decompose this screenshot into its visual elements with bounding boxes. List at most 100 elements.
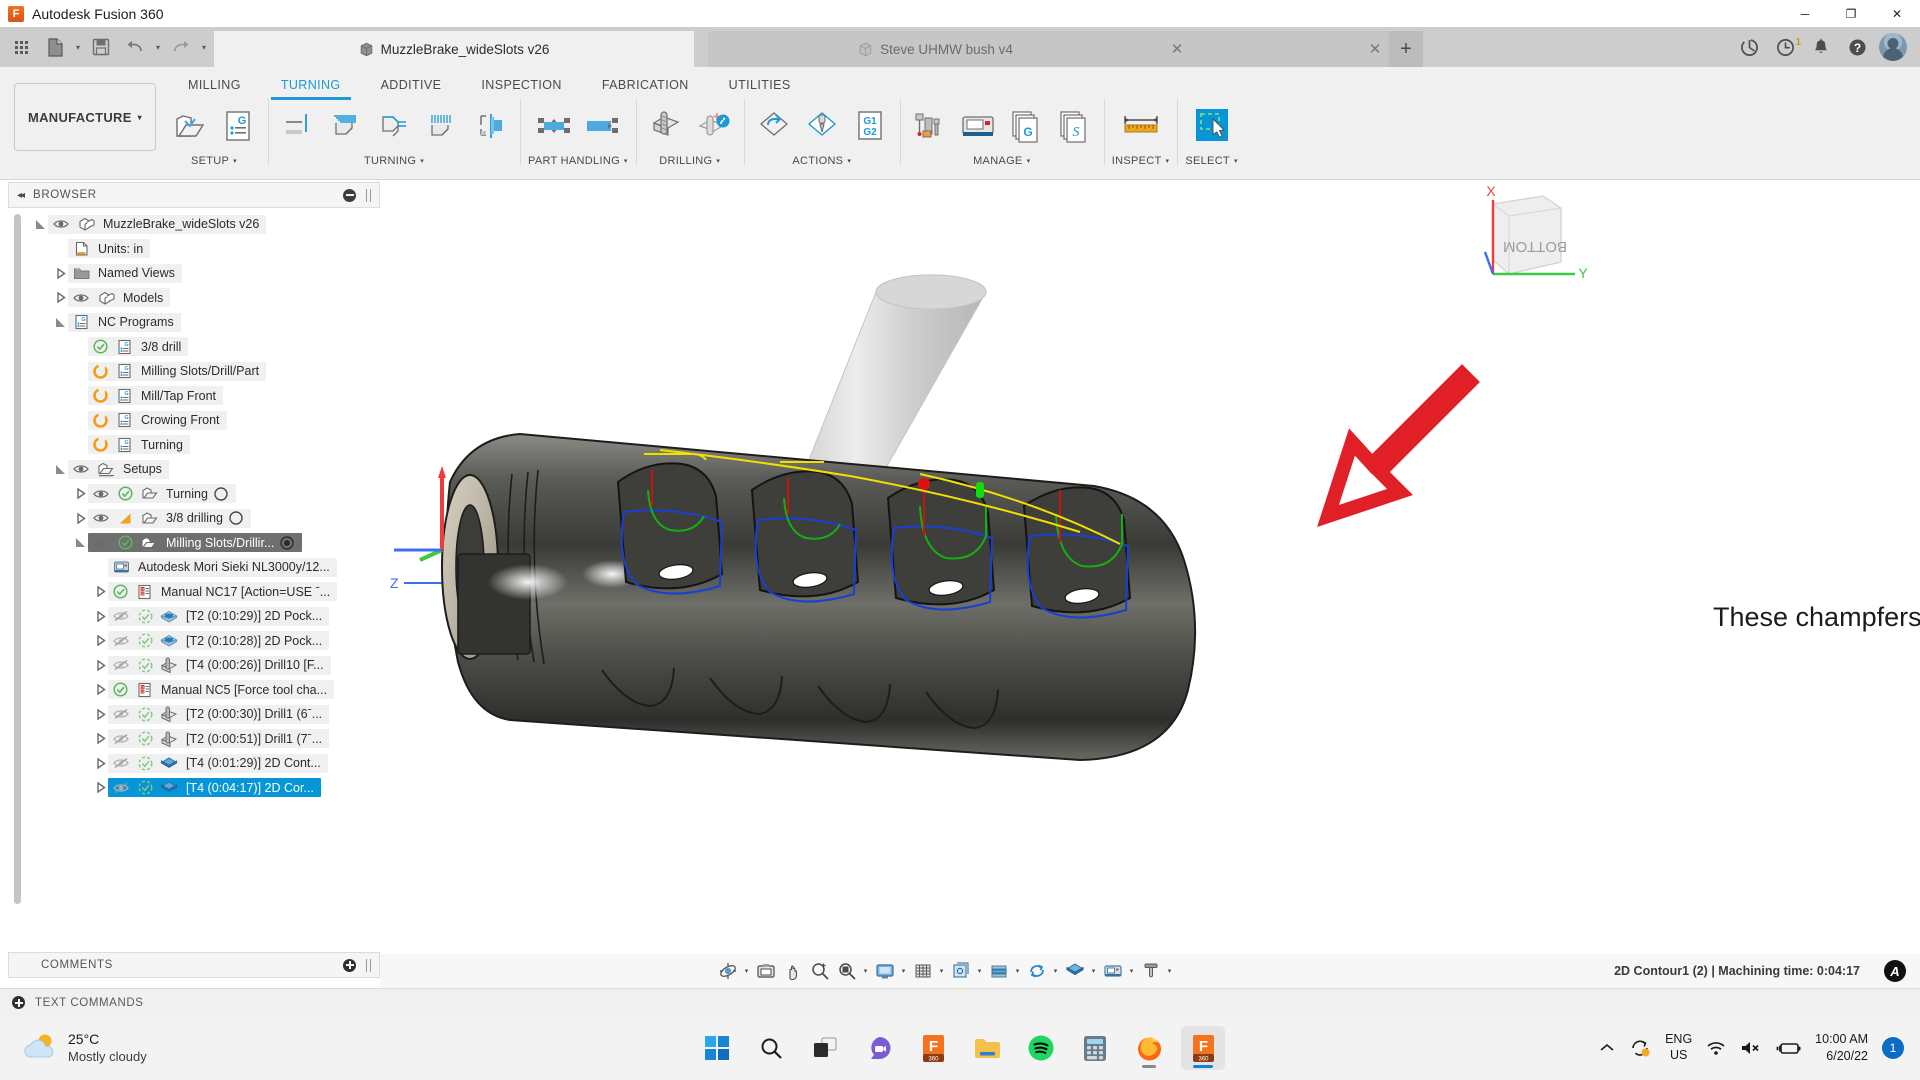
eye-visible-icon[interactable]: [91, 488, 111, 500]
new-tab-button[interactable]: +: [1389, 31, 1423, 67]
tree-node[interactable]: G Milling Slots/Drill/Part: [8, 359, 380, 384]
undo-icon[interactable]: [120, 32, 150, 62]
teams-chat-icon[interactable]: [857, 1026, 901, 1070]
toolpath-visibility-icon[interactable]: [1062, 958, 1088, 984]
chevron-down-icon[interactable]: ▾: [1050, 967, 1061, 975]
expand-arrow-open-icon[interactable]: [52, 313, 68, 331]
chevron-down-icon[interactable]: ▾: [1164, 967, 1175, 975]
save-icon[interactable]: [86, 32, 116, 62]
look-at-icon[interactable]: [753, 958, 779, 984]
eye-visible-icon[interactable]: [71, 292, 91, 304]
panel-inspect-label[interactable]: INSPECT ▾: [1112, 151, 1170, 167]
weather-widget[interactable]: 25°C Mostly cloudy: [0, 1031, 147, 1065]
expand-arrow-closed-icon[interactable]: [92, 779, 108, 797]
eye-hidden-icon[interactable]: [111, 782, 131, 794]
eye-visible-icon[interactable]: [91, 537, 111, 549]
document-tab-muzzlebrake[interactable]: MuzzleBrake_wideSlots v26: [214, 31, 694, 67]
document-tab-steve-uhmw-bush[interactable]: Steve UHMW bush v4: [708, 31, 1163, 67]
app-grid-icon[interactable]: [6, 32, 36, 62]
redo-caret[interactable]: ▾: [198, 32, 210, 62]
action-tool-icon[interactable]: [800, 101, 844, 151]
tree-node[interactable]: [T2 (0:10:28)] 2D Pock...: [8, 629, 380, 654]
expand-arrow-closed-icon[interactable]: [52, 264, 68, 282]
active-setup-radio-icon[interactable]: [279, 536, 295, 550]
expand-arrow-closed-icon[interactable]: [92, 754, 108, 772]
tree-node[interactable]: [T2 (0:00:30)] Drill1 (6ˉ...: [8, 702, 380, 727]
account-avatar[interactable]: [1876, 30, 1910, 64]
calculator-button[interactable]: [1073, 1026, 1117, 1070]
fit-icon[interactable]: [834, 958, 860, 984]
eye-hidden-icon[interactable]: [111, 610, 131, 622]
orbit-icon[interactable]: [715, 958, 741, 984]
fusion360-taskbar-button[interactable]: F 360: [911, 1026, 955, 1070]
tree-node[interactable]: [T2 (0:10:29)] 2D Pock...: [8, 604, 380, 629]
chevron-down-icon[interactable]: ▾: [860, 967, 871, 975]
turning-part-icon[interactable]: [468, 101, 512, 151]
language-indicator[interactable]: ENG US: [1665, 1032, 1692, 1063]
chevron-down-icon[interactable]: ▾: [1088, 967, 1099, 975]
text-commands-bar[interactable]: TEXT COMMANDS: [0, 988, 1920, 1016]
machine-display-icon[interactable]: [1100, 958, 1126, 984]
expand-arrow-closed-icon[interactable]: [92, 632, 108, 650]
spotify-button[interactable]: [1019, 1026, 1063, 1070]
job-status-clock-icon[interactable]: 1: [1768, 30, 1802, 64]
expand-arrow-open-icon[interactable]: [32, 215, 48, 233]
new-document-caret[interactable]: ▾: [72, 32, 84, 62]
part-transfer-icon[interactable]: [532, 101, 576, 151]
action-g1g2-icon[interactable]: G1 G2: [848, 101, 892, 151]
notification-count-badge[interactable]: 1: [1882, 1037, 1904, 1059]
tree-node[interactable]: [T4 (0:04:17)] 2D Cor...: [8, 776, 380, 801]
tree-node[interactable]: G Crowing Front: [8, 408, 380, 433]
undo-caret[interactable]: ▾: [152, 32, 164, 62]
tree-node[interactable]: G 3/8 drill: [8, 335, 380, 360]
eye-hidden-icon[interactable]: [111, 659, 131, 671]
eye-visible-icon[interactable]: [51, 218, 71, 230]
setup-radio-icon[interactable]: [213, 487, 229, 501]
help-icon[interactable]: ?: [1840, 30, 1874, 64]
file-explorer-button[interactable]: [965, 1026, 1009, 1070]
eye-hidden-icon[interactable]: [111, 757, 131, 769]
zoom-icon[interactable]: [807, 958, 833, 984]
eye-hidden-icon[interactable]: [111, 635, 131, 647]
tree-node[interactable]: 01 02 Manual NC5 [Force tool cha...: [8, 678, 380, 703]
wifi-icon[interactable]: [1706, 1040, 1726, 1056]
panel-setup-label[interactable]: SETUP ▾: [191, 151, 237, 167]
drill-probe-icon[interactable]: [692, 101, 736, 151]
action-orientation-icon[interactable]: [752, 101, 796, 151]
fusion360-active-button[interactable]: F 360: [1181, 1026, 1225, 1070]
expand-arrow-closed-icon[interactable]: [92, 730, 108, 748]
part-stock-transfer-icon[interactable]: [580, 101, 624, 151]
drill-icon[interactable]: [644, 101, 688, 151]
tree-node[interactable]: [T4 (0:01:29)] 2D Cont...: [8, 751, 380, 776]
tree-node[interactable]: 01 02 Manual NC17 [Action=USE ˉ...: [8, 580, 380, 605]
expand-arrow-closed-icon[interactable]: [92, 607, 108, 625]
maximize-button[interactable]: ❐: [1828, 0, 1874, 27]
expand-arrow-closed-icon[interactable]: [72, 509, 88, 527]
close-button[interactable]: ✕: [1874, 0, 1920, 27]
panel-part-handling-label[interactable]: PART HANDLING ▾: [528, 151, 628, 167]
volume-muted-icon[interactable]: [1740, 1040, 1762, 1056]
eye-visible-icon[interactable]: [71, 463, 91, 475]
tool-display-icon[interactable]: [1138, 958, 1164, 984]
panel-manage-label[interactable]: MANAGE ▾: [973, 151, 1030, 167]
new-document-icon[interactable]: [40, 32, 70, 62]
tree-node[interactable]: Models: [8, 286, 380, 311]
turning-groove-icon[interactable]: [372, 101, 416, 151]
tree-node[interactable]: Units: in: [8, 237, 380, 262]
panel-grip-icon[interactable]: [366, 958, 371, 972]
chevron-down-icon[interactable]: ▾: [1126, 967, 1137, 975]
chevron-down-icon[interactable]: ▾: [1012, 967, 1023, 975]
panel-turning-label[interactable]: TURNING ▾: [364, 151, 424, 167]
expand-arrow-closed-icon[interactable]: [92, 656, 108, 674]
turning-face-icon[interactable]: [276, 101, 320, 151]
onedrive-sync-icon[interactable]: [1629, 1038, 1651, 1058]
display-settings-icon[interactable]: [872, 958, 898, 984]
globe-sync-icon[interactable]: [1732, 30, 1766, 64]
tree-node[interactable]: G Mill/Tap Front: [8, 384, 380, 409]
eye-visible-icon[interactable]: [91, 512, 111, 524]
viewport-3d[interactable]: BOTTOM X Y Z These champfers.: [380, 182, 1920, 954]
expand-arrow-closed-icon[interactable]: [92, 681, 108, 699]
machine-library-icon[interactable]: [956, 101, 1000, 151]
document-tab-close-steve-uhmw-bush[interactable]: ✕: [1163, 31, 1191, 67]
tree-node[interactable]: Turning: [8, 482, 380, 507]
